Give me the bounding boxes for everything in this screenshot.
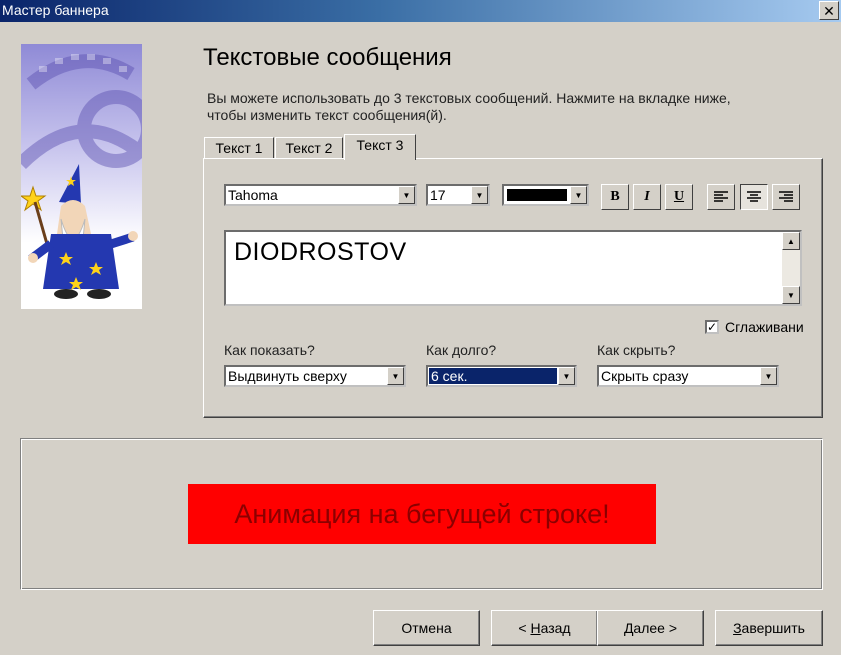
scroll-down-icon[interactable]: ▼ [782,286,800,304]
chevron-down-icon[interactable]: ▼ [398,186,415,204]
check-icon: ✓ [707,320,718,334]
banner-preview: Анимация на бегущей строке! [188,484,656,544]
duration-label: Как долго? [426,342,497,358]
scroll-up-icon[interactable]: ▲ [782,232,800,250]
show-effect-value: Выдвинуть сверху [228,368,347,384]
italic-icon: I [644,189,650,204]
description-line: Вы можете использовать до 3 текстовых со… [207,90,731,106]
bold-icon: B [610,189,620,204]
back-arrow: < [518,620,531,636]
font-select[interactable]: Tahoma ▼ [224,184,417,206]
font-value: Tahoma [228,187,278,203]
back-label: < Назад [518,620,570,636]
finish-label-rest: авершить [741,620,805,636]
chevron-down-icon[interactable]: ▼ [387,367,404,385]
chevron-down-icon[interactable]: ▼ [558,367,575,385]
wizard-icon [21,54,142,299]
back-label-rest: азад [540,620,571,636]
tab-text-3[interactable]: Текст 3 [344,134,416,160]
close-icon: ✕ [823,2,835,19]
message-text-input[interactable]: DIODROSTOV ▲ ▼ [224,230,802,306]
color-select[interactable]: ▼ [502,184,589,206]
align-center-icon [747,191,761,202]
underline-button[interactable]: U [665,184,693,210]
show-effect-select[interactable]: Выдвинуть сверху ▼ [224,365,406,387]
align-left-icon [714,191,728,202]
tab-text-2[interactable]: Текст 2 [275,137,343,159]
smoothing-checkbox[interactable]: ✓ [705,320,719,334]
title-bar: Мастер баннера ✕ [0,0,841,22]
next-button[interactable]: Далее > [597,610,704,646]
chevron-down-icon[interactable]: ▼ [760,367,777,385]
description-line: чтобы изменить текст сообщения(й). [207,107,447,123]
font-size-value: 17 [430,187,446,203]
cancel-label: Отмена [401,620,452,636]
align-right-icon [779,191,793,202]
window-title: Мастер баннера [2,2,109,18]
chevron-down-icon[interactable]: ▼ [570,186,587,204]
chevron-down-icon[interactable]: ▼ [471,186,488,204]
bold-button[interactable]: B [601,184,629,210]
back-hotkey: Н [530,620,541,636]
hide-effect-value: Скрыть сразу [601,368,689,384]
next-label: Далее > [623,620,678,636]
italic-button[interactable]: I [633,184,661,210]
hide-label: Как скрыть? [597,342,676,358]
align-center-button[interactable] [740,184,768,210]
page-title: Текстовые сообщения [203,44,452,71]
show-label: Как показать? [224,342,315,358]
align-right-button[interactable] [772,184,800,210]
underline-icon: U [673,189,685,204]
align-left-button[interactable] [707,184,735,210]
close-button[interactable]: ✕ [819,1,839,20]
font-size-select[interactable]: 17 ▼ [426,184,490,206]
duration-value: 6 сек. [429,368,557,384]
color-swatch [507,189,567,201]
back-button[interactable]: < Назад [491,610,598,646]
banner-text: Анимация на бегущей строке! [234,498,610,529]
vertical-scrollbar[interactable]: ▲ ▼ [782,232,800,304]
wizard-illustration [21,44,142,309]
tab-text-1[interactable]: Текст 1 [204,137,274,159]
message-text-value: DIODROSTOV [234,238,407,266]
finish-button[interactable]: Завершить [715,610,823,646]
finish-hotkey: З [733,620,742,636]
finish-label: Завершить [733,620,805,636]
smoothing-label: Сглаживани [725,319,804,335]
page-description: Вы можете использовать до 3 текстовых со… [207,90,807,124]
hide-effect-select[interactable]: Скрыть сразу ▼ [597,365,779,387]
cancel-button[interactable]: Отмена [373,610,480,646]
duration-select[interactable]: 6 сек. ▼ [426,365,577,387]
